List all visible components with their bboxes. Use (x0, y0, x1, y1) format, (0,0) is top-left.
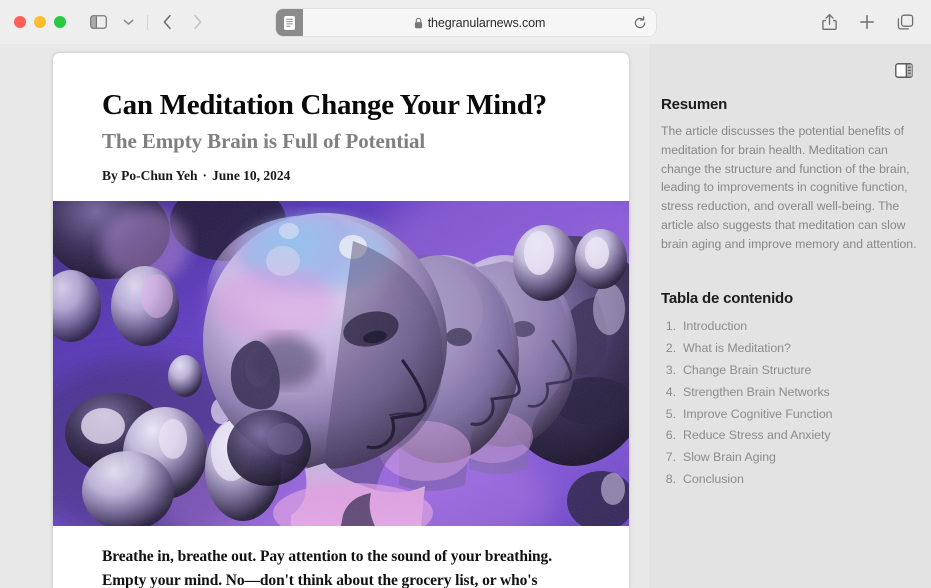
hero-image (53, 200, 629, 526)
reload-button[interactable] (632, 15, 648, 31)
reader-mode-button[interactable] (276, 9, 303, 36)
toc-number: 1. (665, 319, 676, 334)
table-of-contents: Tabla de contenido 1. Introduction 2. Wh… (661, 290, 919, 491)
chevron-right-icon (193, 14, 201, 30)
toc-label: Slow Brain Aging (683, 450, 776, 465)
toc-label: Improve Cognitive Function (683, 406, 833, 421)
toolbar-right-group (815, 0, 919, 44)
list-item[interactable]: 6. Reduce Stress and Anxiety (661, 425, 919, 447)
toc-label: What is Meditation? (683, 341, 791, 356)
toc-number: 5. (665, 406, 676, 421)
toc-list: 1. Introduction 2. What is Meditation? 3… (661, 316, 919, 491)
toc-label: Introduction (683, 319, 748, 334)
new-tab-button[interactable] (853, 9, 881, 35)
browser-window: thegranularnews.com Resumen The article … (0, 0, 931, 588)
summary-text: The article discusses the potential bene… (661, 124, 917, 251)
list-item[interactable]: 8. Conclusion (661, 469, 919, 491)
sidebar-content: Resumen The article discusses the potent… (661, 96, 919, 490)
window-controls (14, 16, 66, 28)
chevron-down-icon (123, 19, 133, 25)
toc-number: 8. (665, 472, 676, 487)
sidebar-toggle-button[interactable] (84, 9, 112, 35)
lock-icon (414, 17, 422, 28)
toc-label: Reduce Stress and Anxiety (683, 428, 831, 443)
browser-toolbar: thegranularnews.com (0, 0, 931, 44)
list-item[interactable]: 1. Introduction (661, 316, 919, 338)
toc-heading: Tabla de contenido (661, 289, 793, 307)
zoom-window-button[interactable] (54, 16, 66, 28)
byline-author: By Po-Chun Yeh (102, 167, 198, 183)
list-item[interactable]: 2. What is Meditation? (661, 338, 919, 360)
back-button[interactable] (153, 9, 181, 35)
address-bar-container: thegranularnews.com (276, 9, 656, 36)
browser-content-area: Resumen The article discusses the potent… (0, 44, 931, 588)
tab-overview-icon (897, 14, 913, 30)
hero-illustration (53, 200, 629, 526)
reader-panel-icon (895, 63, 913, 78)
byline-date: June 10, 2024 (212, 167, 291, 183)
plus-icon (860, 15, 874, 29)
toolbar-divider (147, 14, 148, 30)
byline: By Po-Chun Yeh · June 10, 2024 (102, 168, 580, 184)
toc-label: Change Brain Structure (683, 362, 812, 377)
toolbar-nav-group (84, 9, 211, 35)
close-window-button[interactable] (14, 16, 26, 28)
minimize-window-button[interactable] (34, 16, 46, 28)
toc-number: 6. (665, 428, 676, 443)
toc-number: 3. (665, 362, 676, 377)
list-item[interactable]: 3. Change Brain Structure (661, 359, 919, 381)
reader-document-icon (284, 15, 295, 30)
list-item[interactable]: 4. Strengthen Brain Networks (661, 381, 919, 403)
url-field[interactable]: thegranularnews.com (303, 9, 656, 36)
lead-paragraph: Breathe in, breathe out. Pay attention t… (102, 547, 552, 588)
tab-group-chevron-button[interactable] (114, 9, 142, 35)
list-item[interactable]: 7. Slow Brain Aging (661, 447, 919, 469)
toc-label: Conclusion (683, 472, 744, 487)
toc-number: 2. (665, 341, 676, 356)
byline-separator: · (202, 167, 208, 183)
reader-panel-toggle-button[interactable] (895, 63, 913, 78)
share-button[interactable] (815, 9, 843, 35)
page-title: Can Meditation Change Your Mind? (102, 89, 547, 121)
forward-button[interactable] (183, 9, 211, 35)
reader-summary-sidebar: Resumen The article discusses the potent… (649, 44, 931, 588)
summary-heading: Resumen (661, 96, 728, 113)
sidebar-icon (89, 15, 107, 29)
article-body: Can Meditation Change Your Mind? The Emp… (53, 53, 629, 588)
toc-number: 4. (665, 384, 676, 399)
url-display-group: thegranularnews.com (414, 15, 546, 30)
chevron-left-icon (163, 14, 171, 30)
tab-overview-button[interactable] (891, 9, 919, 35)
article-page: Can Meditation Change Your Mind? The Emp… (53, 53, 629, 588)
toc-number: 7. (665, 450, 676, 465)
share-icon (821, 13, 837, 30)
url-text: thegranularnews.com (427, 15, 546, 30)
article-subtitle: The Empty Brain is Full of Potential (102, 129, 426, 154)
list-item[interactable]: 5. Improve Cognitive Function (661, 403, 919, 425)
reload-icon (634, 15, 646, 28)
toc-label: Strengthen Brain Networks (683, 384, 830, 399)
